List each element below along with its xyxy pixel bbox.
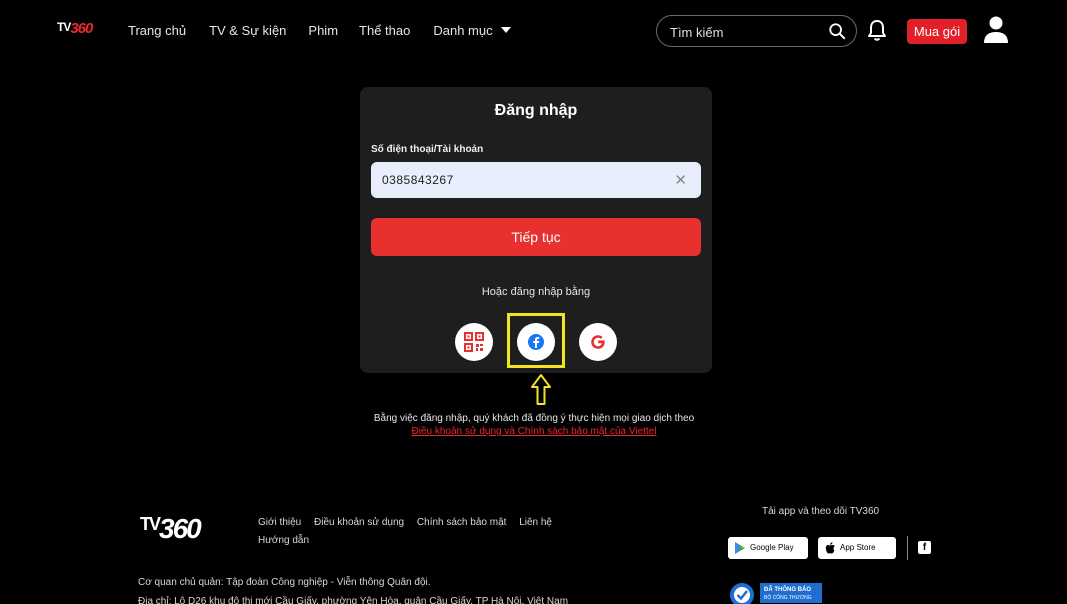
- footer-link-privacy[interactable]: Chính sách bảo mật: [417, 517, 507, 528]
- facebook-highlight-box: [507, 313, 565, 368]
- google-login-button[interactable]: [579, 323, 617, 361]
- footer-address-text: Địa chỉ: Lô D26 khu đô thị mới Cầu Giấy,…: [138, 596, 569, 604]
- caret-down-icon: [500, 27, 511, 33]
- terms-policy-link[interactable]: Điều khoản sử dụng và Chính sách bảo mật…: [412, 426, 657, 437]
- registered-ministry-badge[interactable]: ĐÃ THÔNG BÁO BỘ CÔNG THƯƠNG: [728, 581, 824, 604]
- account-field-label: Số điện thoại/Tài khoản: [371, 144, 484, 155]
- app-store-label: App Store: [840, 543, 876, 552]
- footer-app-label: Tải app và theo dõi TV360: [762, 506, 880, 517]
- logo-number-text: 360: [70, 20, 93, 37]
- footer-divider: [907, 536, 908, 560]
- nav-item-tv-events[interactable]: TV & Sự kiện: [209, 23, 286, 38]
- apple-icon: [825, 542, 835, 554]
- top-header: TV360 Trang chủ TV & Sự kiện Phim Thể th…: [0, 0, 1067, 62]
- google-play-label: Google Play: [750, 543, 794, 552]
- nav-item-movies[interactable]: Phim: [308, 23, 338, 38]
- bell-icon[interactable]: [866, 18, 888, 42]
- facebook-footer-icon[interactable]: f: [918, 541, 931, 554]
- footer-logo[interactable]: TV360: [140, 513, 202, 545]
- alt-login-label: Hoặc đăng nhập bằng: [481, 286, 591, 298]
- app-store-button[interactable]: App Store: [818, 537, 896, 559]
- nav-item-categories[interactable]: Danh mục: [433, 23, 511, 38]
- footer-logo-number: 360: [159, 513, 202, 544]
- footer-logo-tv: TV: [140, 514, 161, 534]
- badge-inner-circle: [734, 587, 750, 603]
- nav-categories-label: Danh mục: [433, 23, 493, 38]
- footer-link-terms[interactable]: Điều khoản sử dụng: [314, 517, 404, 528]
- search-icon[interactable]: [828, 22, 846, 40]
- user-avatar-icon[interactable]: [983, 15, 1009, 45]
- footer-links: Giới thiệu Điều khoản sử dụng Chính sách…: [258, 517, 562, 546]
- terms-notice: Bằng việc đăng nhập, quý khách đã đồng ý…: [366, 412, 702, 438]
- google-play-button[interactable]: Google Play: [728, 537, 808, 559]
- buy-package-button[interactable]: Mua gói: [907, 19, 967, 44]
- nav-item-home[interactable]: Trang chủ: [128, 23, 186, 38]
- tv360-logo[interactable]: TV360: [57, 20, 93, 37]
- clear-input-icon[interactable]: ✕: [674, 171, 687, 189]
- google-play-icon: [735, 542, 745, 554]
- qr-login-button[interactable]: [455, 323, 493, 361]
- logo-tv-text: TV: [57, 20, 71, 34]
- terms-text: Bằng việc đăng nhập, quý khách đã đồng ý…: [373, 413, 695, 424]
- search-placeholder: Tìm kiếm: [670, 25, 724, 40]
- continue-button[interactable]: Tiếp tục: [371, 218, 701, 256]
- google-icon: [591, 335, 605, 349]
- account-input-value: 0385843267: [382, 173, 454, 187]
- footer-link-guide[interactable]: Hướng dẫn: [258, 535, 309, 546]
- qr-code-icon: [464, 332, 484, 352]
- footer-owner-text: Cơ quan chủ quản: Tập đoàn Công nghiệp -…: [138, 577, 431, 588]
- footer-link-about[interactable]: Giới thiệu: [258, 517, 301, 528]
- account-input[interactable]: 0385843267 ✕: [371, 162, 701, 198]
- footer-link-contact[interactable]: Liên hệ: [519, 517, 552, 528]
- login-title: Đăng nhập: [494, 102, 578, 119]
- badge-line1: ĐÃ THÔNG BÁO: [764, 585, 811, 593]
- login-card: Đăng nhập Số điện thoại/Tài khoản 038584…: [360, 87, 712, 373]
- main-nav: Trang chủ TV & Sự kiện Phim Thể thao Dan…: [128, 23, 511, 38]
- nav-item-sports[interactable]: Thể thao: [359, 23, 410, 38]
- arrow-up-icon: [531, 374, 551, 405]
- badge-line2: BỘ CÔNG THƯƠNG: [764, 594, 812, 601]
- search-input[interactable]: Tìm kiếm: [656, 15, 857, 47]
